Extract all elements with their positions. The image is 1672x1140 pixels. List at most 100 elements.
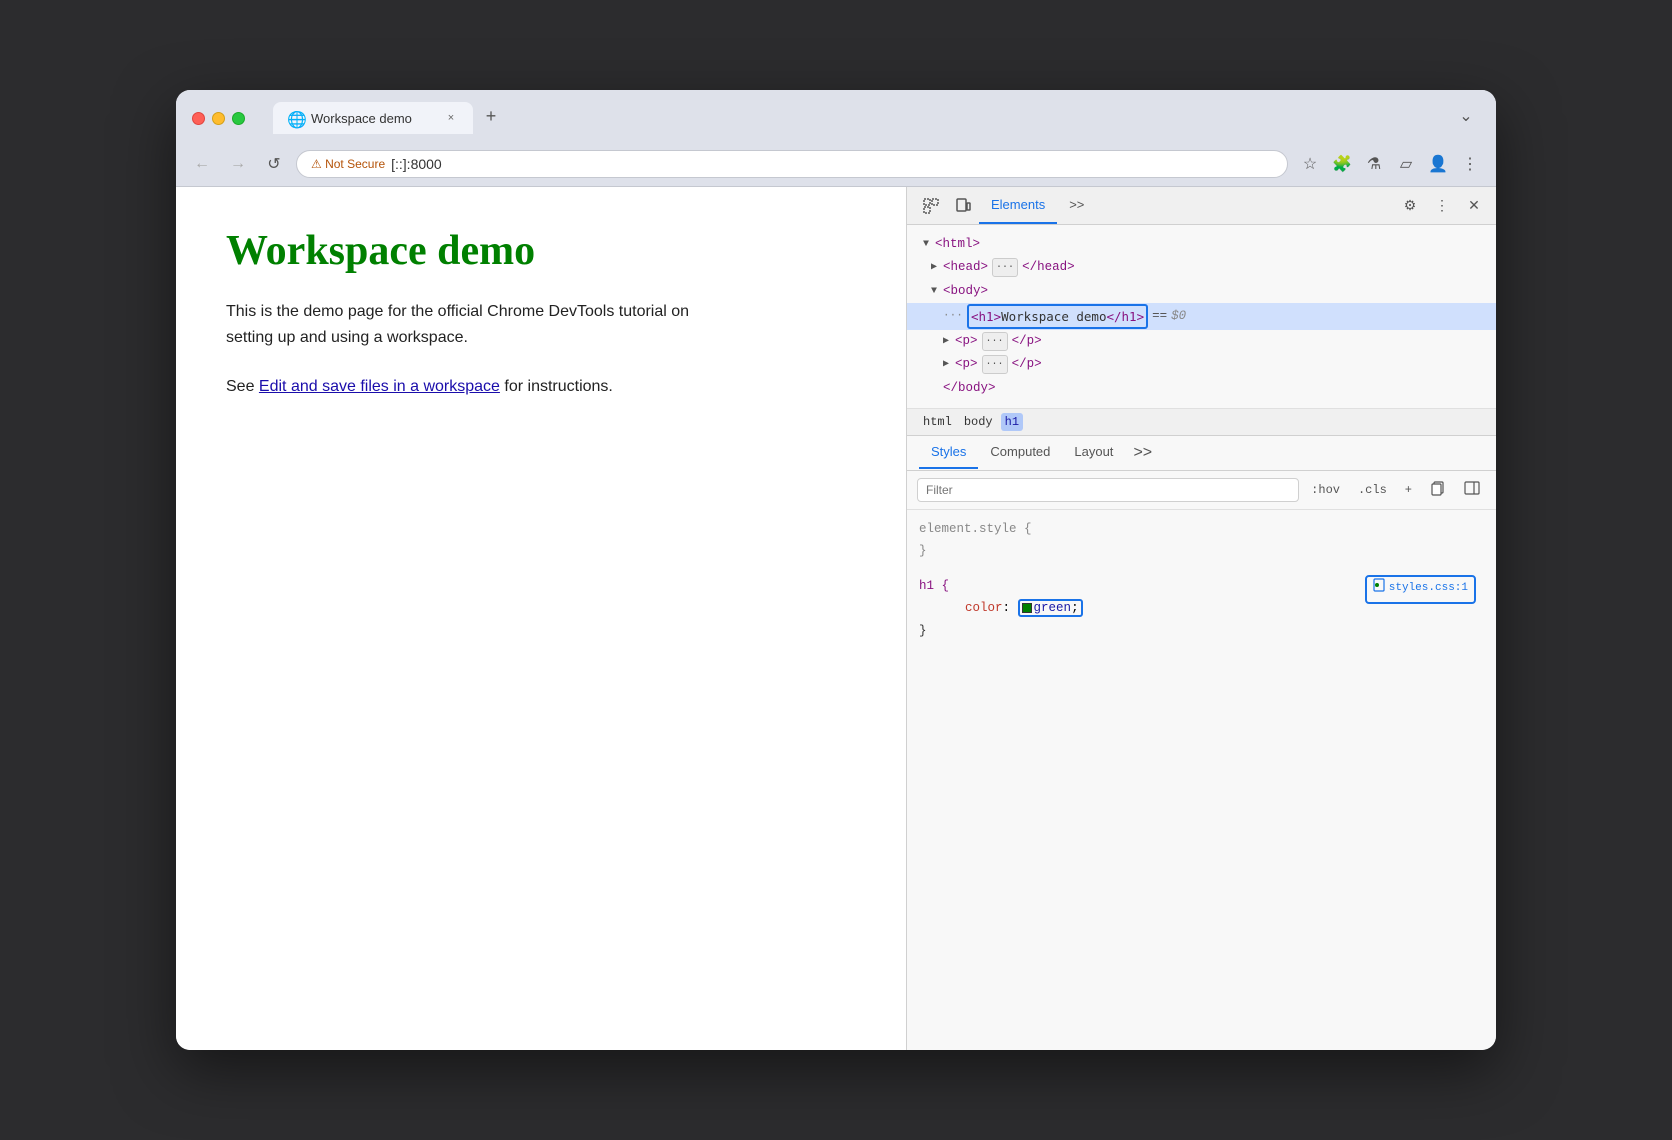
- dom-tag: <p>: [955, 354, 978, 375]
- styles-tab[interactable]: Styles: [919, 436, 978, 469]
- cls-button[interactable]: .cls: [1352, 480, 1393, 500]
- dom-tag: <body>: [943, 281, 988, 302]
- device-toggle-icon[interactable]: [947, 188, 979, 224]
- tab-favicon-icon: 🌐: [287, 110, 303, 126]
- expand-icon[interactable]: ▼: [931, 283, 937, 300]
- color-property[interactable]: color: [949, 601, 1003, 615]
- dom-tag: </head>: [1022, 257, 1075, 278]
- dom-p2-element[interactable]: ▶ <p> ··· </p>: [907, 353, 1496, 376]
- workspace-link[interactable]: Edit and save files in a workspace: [259, 378, 500, 395]
- styles-filter-bar: :hov .cls +: [907, 471, 1496, 510]
- computed-tab[interactable]: Computed: [978, 436, 1062, 469]
- page-see-text: See Edit and save files in a workspace f…: [226, 374, 706, 400]
- file-icon: [1373, 578, 1385, 601]
- dom-p1-element[interactable]: ▶ <p> ··· </p>: [907, 330, 1496, 353]
- bookmark-button[interactable]: ☆: [1296, 150, 1324, 178]
- dom-close-tag: </h1>: [1106, 309, 1144, 324]
- close-button[interactable]: [192, 112, 205, 125]
- breadcrumb-h1[interactable]: h1: [1001, 413, 1023, 431]
- dom-h1-element[interactable]: ··· <h1>Workspace demo</h1> == $0: [907, 303, 1496, 330]
- tab-bar: 🌐 Workspace demo × + ⌄: [273, 102, 1480, 134]
- dom-tag: </body>: [943, 378, 996, 399]
- element-style-rule: element.style { }: [919, 518, 1484, 563]
- add-style-button[interactable]: +: [1399, 480, 1418, 500]
- element-style-closing: }: [919, 540, 1484, 563]
- for-instructions-label: for instructions.: [504, 378, 612, 395]
- address-text: [::]:8000: [391, 156, 442, 172]
- ellipsis-button[interactable]: ···: [992, 258, 1018, 277]
- breadcrumb-body[interactable]: body: [960, 413, 997, 431]
- dom-tag: </p>: [1012, 354, 1042, 375]
- new-tab-button[interactable]: +: [477, 102, 505, 130]
- more-button[interactable]: ⋮: [1456, 150, 1484, 178]
- styles-filter-input[interactable]: [917, 478, 1299, 502]
- semicolon: ;: [1071, 601, 1079, 615]
- dom-head-element[interactable]: ▶ <head> ··· </head>: [907, 256, 1496, 279]
- dom-tag: </p>: [1012, 331, 1042, 352]
- dom-tag: <p>: [955, 331, 978, 352]
- more-tabs-button[interactable]: >>: [1057, 187, 1096, 224]
- nav-bar: ← → ↺ ⚠ Not Secure [::]:8000 ☆ 🧩 ⚗ ▱ 👤 ⋮: [176, 144, 1496, 187]
- inspect-element-icon[interactable]: [915, 188, 947, 224]
- tab-close-button[interactable]: ×: [443, 110, 459, 126]
- title-bar-top: 🌐 Workspace demo × + ⌄: [192, 102, 1480, 144]
- ellipsis-button[interactable]: ···: [982, 332, 1008, 351]
- devtools-panel: Elements >> ⚙ ⋮ ✕ ▼ <html> ▶ <head>: [906, 187, 1496, 1050]
- color-value: green: [1034, 601, 1072, 615]
- devtools-tab-actions: ⚙ ⋮ ✕: [1396, 192, 1488, 220]
- expand-icon[interactable]: ▶: [931, 259, 937, 276]
- dom-text-content: Workspace demo: [1001, 309, 1106, 324]
- title-bar: 🌐 Workspace demo × + ⌄: [176, 90, 1496, 144]
- forward-button[interactable]: →: [224, 150, 252, 178]
- page-description: This is the demo page for the official C…: [226, 299, 706, 350]
- back-button[interactable]: ←: [188, 150, 216, 178]
- traffic-lights: [192, 112, 245, 125]
- breadcrumb-html[interactable]: html: [919, 413, 956, 431]
- toggle-sidebar-button[interactable]: [1458, 477, 1486, 503]
- profile-button[interactable]: 👤: [1424, 150, 1452, 178]
- lab-button[interactable]: ⚗: [1360, 150, 1388, 178]
- settings-icon[interactable]: ⚙: [1396, 192, 1424, 220]
- styles-panel: Styles Computed Layout >> :hov .cls +: [907, 436, 1496, 1050]
- security-warning: ⚠ Not Secure: [311, 157, 385, 171]
- page-heading: Workspace demo: [226, 227, 856, 275]
- browser-window: 🌐 Workspace demo × + ⌄ ← → ↺ ⚠ Not Secur…: [176, 90, 1496, 1050]
- color-value-highlight: green;: [1018, 599, 1083, 617]
- main-content: Workspace demo This is the demo page for…: [176, 187, 1496, 1050]
- more-styles-tabs[interactable]: >>: [1125, 436, 1160, 470]
- elements-tab[interactable]: Elements: [979, 187, 1057, 224]
- dom-tree: ▼ <html> ▶ <head> ··· </head> ▼ <body>: [907, 225, 1496, 409]
- maximize-button[interactable]: [232, 112, 245, 125]
- layout-tab[interactable]: Layout: [1062, 436, 1125, 469]
- h1-style-rule: h1 { color: green; }: [919, 575, 1484, 643]
- closing-brace: }: [919, 544, 927, 558]
- nav-actions: ☆ 🧩 ⚗ ▱ 👤 ⋮: [1296, 150, 1484, 178]
- dom-tag: <head>: [943, 257, 988, 278]
- ellipsis-button[interactable]: ···: [982, 355, 1008, 374]
- tab-dropdown-button[interactable]: ⌄: [1452, 102, 1480, 130]
- address-bar[interactable]: ⚠ Not Secure [::]:8000: [296, 150, 1288, 178]
- expand-icon[interactable]: ▼: [923, 236, 929, 253]
- dom-body-close[interactable]: </body>: [907, 377, 1496, 400]
- color-swatch[interactable]: [1022, 603, 1032, 613]
- h1-closing-line: }: [919, 620, 1484, 643]
- element-style-text: element.style {: [919, 522, 1032, 536]
- expand-icon[interactable]: ▶: [943, 356, 949, 373]
- split-button[interactable]: ▱: [1392, 150, 1420, 178]
- minimize-button[interactable]: [212, 112, 225, 125]
- hov-button[interactable]: :hov: [1305, 480, 1346, 500]
- colon: :: [1003, 601, 1018, 615]
- styles-source-link[interactable]: styles.css:1: [1365, 575, 1476, 604]
- copy-style-button[interactable]: [1424, 477, 1452, 503]
- dom-tag: <html>: [935, 234, 980, 255]
- dom-body-element[interactable]: ▼ <body>: [907, 280, 1496, 303]
- element-style-selector: element.style {: [919, 518, 1484, 541]
- more-options-icon[interactable]: ⋮: [1428, 192, 1456, 220]
- close-devtools-button[interactable]: ✕: [1460, 192, 1488, 220]
- reload-button[interactable]: ↺: [260, 150, 288, 178]
- dom-html-element[interactable]: ▼ <html>: [907, 233, 1496, 256]
- browser-tab[interactable]: 🌐 Workspace demo ×: [273, 102, 473, 134]
- extensions-button[interactable]: 🧩: [1328, 150, 1356, 178]
- expand-icon[interactable]: ▶: [943, 333, 949, 350]
- source-filename: styles.css:1: [1389, 579, 1468, 599]
